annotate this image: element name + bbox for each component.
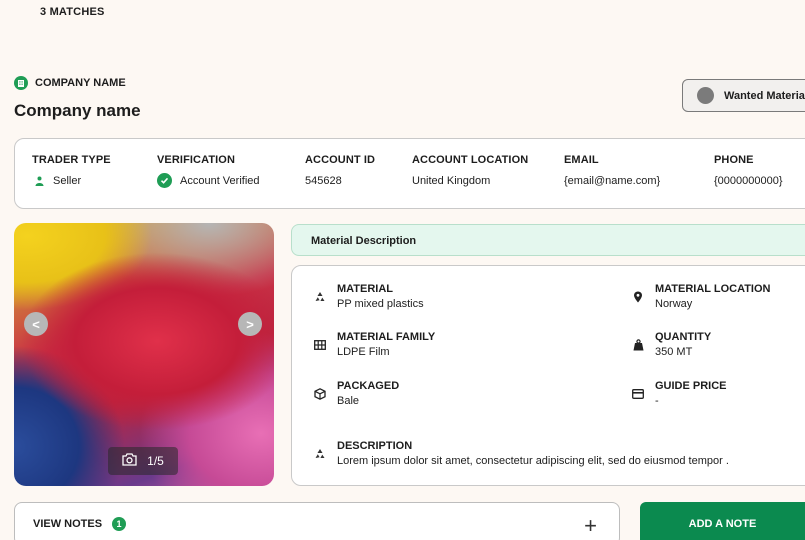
add-note-button[interactable]: ADD A NOTE xyxy=(640,502,805,540)
wanted-materials-label: Wanted Materia xyxy=(724,89,805,102)
verification-header: VERIFICATION xyxy=(157,154,235,166)
email-column: EMAIL {email@name.com} xyxy=(564,154,660,187)
notes-count-badge: 1 xyxy=(112,517,127,531)
toggle-dot-icon xyxy=(697,87,714,104)
photo-counter: 1/5 xyxy=(108,447,178,475)
guide-price-item: GUIDE PRICE - xyxy=(631,380,727,407)
phone-header: PHONE xyxy=(714,154,754,166)
recycle-icon xyxy=(313,447,327,461)
grid-icon xyxy=(313,338,327,352)
package-icon xyxy=(313,387,327,401)
wanted-materials-button[interactable]: Wanted Materia xyxy=(682,79,805,112)
material-location-label: MATERIAL LOCATION xyxy=(655,283,771,295)
weight-icon xyxy=(631,338,645,352)
matches-count: 3 MATCHES xyxy=(40,6,105,18)
account-location-column: ACCOUNT LOCATION United Kingdom xyxy=(412,154,528,187)
person-icon xyxy=(35,176,45,186)
trader-type-header: TRADER TYPE xyxy=(32,154,111,166)
photo-counter-value: 1/5 xyxy=(147,454,164,468)
company-label: COMPANY NAME xyxy=(35,77,126,89)
material-photo[interactable]: < > 1/5 xyxy=(14,223,274,486)
email-value[interactable]: {email@name.com} xyxy=(564,175,660,187)
company-title: Company name xyxy=(14,101,141,120)
material-family-item: MATERIAL FAMILY LDPE Film xyxy=(313,331,435,358)
quantity-item: QUANTITY 350 MT xyxy=(631,331,711,358)
trader-type-value: Seller xyxy=(53,175,82,187)
phone-column: PHONE {0000000000} xyxy=(714,154,783,187)
packaged-label: PACKAGED xyxy=(337,380,400,392)
description-item: DESCRIPTION Lorem ipsum dolor sit amet, … xyxy=(313,440,729,467)
account-id-header: ACCOUNT ID xyxy=(305,154,376,166)
company-label-row: COMPANY NAME xyxy=(14,76,126,90)
prev-photo-button[interactable]: < xyxy=(24,312,48,336)
recycle-icon xyxy=(313,290,327,304)
material-location-value: Norway xyxy=(655,298,693,310)
material-description-header: Material Description xyxy=(291,224,805,256)
view-notes-label: VIEW NOTES xyxy=(33,518,103,530)
guide-price-value: - xyxy=(655,395,659,407)
credit-card-icon xyxy=(631,387,645,401)
guide-price-label: GUIDE PRICE xyxy=(655,380,727,392)
trader-info-card: TRADER TYPE Seller VERIFICATION Account … xyxy=(14,138,805,209)
account-location-header: ACCOUNT LOCATION xyxy=(412,154,529,166)
material-label: MATERIAL xyxy=(337,283,394,295)
material-item: MATERIAL PP mixed plastics xyxy=(313,283,424,310)
verification-column: VERIFICATION Account Verified xyxy=(157,154,260,188)
next-photo-button[interactable]: > xyxy=(238,312,262,336)
description-label: DESCRIPTION xyxy=(337,440,413,452)
email-header: EMAIL xyxy=(564,154,599,166)
quantity-label: QUANTITY xyxy=(655,331,712,343)
plus-icon[interactable]: + xyxy=(584,513,597,539)
trader-type-column: TRADER TYPE Seller xyxy=(32,154,111,187)
view-notes-bar[interactable]: VIEW NOTES 1 + xyxy=(14,502,620,540)
account-id-column: ACCOUNT ID 545628 xyxy=(305,154,375,187)
camera-icon xyxy=(122,453,137,469)
packaged-value: Bale xyxy=(337,395,360,407)
verification-value: Account Verified xyxy=(180,174,260,187)
material-value: PP mixed plastics xyxy=(337,298,424,310)
material-family-label: MATERIAL FAMILY xyxy=(337,331,436,343)
material-details-card: MATERIAL PP mixed plastics MATERIAL LOCA… xyxy=(291,265,805,486)
account-location-value: United Kingdom xyxy=(412,175,491,187)
material-family-value: LDPE Film xyxy=(337,346,390,358)
account-id-value: 545628 xyxy=(305,175,342,187)
verified-check-icon xyxy=(157,173,172,188)
location-pin-icon xyxy=(631,290,645,304)
description-value: Lorem ipsum dolor sit amet, consectetur … xyxy=(337,455,729,467)
quantity-value: 350 MT xyxy=(655,346,693,358)
material-location-item: MATERIAL LOCATION Norway xyxy=(631,283,771,310)
phone-value[interactable]: {0000000000} xyxy=(714,175,783,187)
building-icon xyxy=(14,76,28,90)
packaged-item: PACKAGED Bale xyxy=(313,380,399,407)
